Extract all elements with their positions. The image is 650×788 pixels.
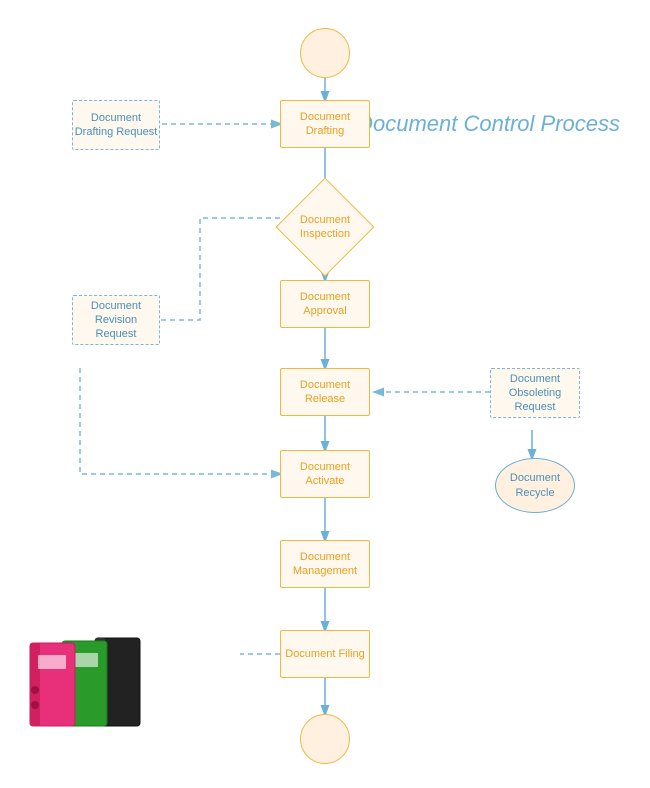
binders-svg	[20, 633, 150, 733]
document-management-box: Document Management	[280, 540, 370, 588]
start-circle	[300, 28, 350, 78]
document-filing-box: Document Filing	[280, 630, 370, 678]
document-release-box: Document Release	[280, 368, 370, 416]
document-approval-box: Document Approval	[280, 280, 370, 328]
page-title: Document Control Process	[357, 110, 620, 139]
document-recycle-ellipse: Document Recycle	[495, 458, 575, 513]
binder-illustration	[20, 633, 160, 733]
obsoleting-request-box: Document Obsoleting Request	[490, 368, 580, 418]
diagram-container: Document Control Process Document Drafti…	[0, 0, 650, 788]
end-circle	[300, 714, 350, 764]
document-inspection-diamond: Document Inspection	[290, 192, 360, 262]
document-drafting-box: Document Drafting	[280, 100, 370, 148]
revision-request-box: Document Revision Request	[72, 295, 160, 345]
document-activate-box: Document Activate	[280, 450, 370, 498]
drafting-request-box: Document Drafting Request	[72, 100, 160, 150]
